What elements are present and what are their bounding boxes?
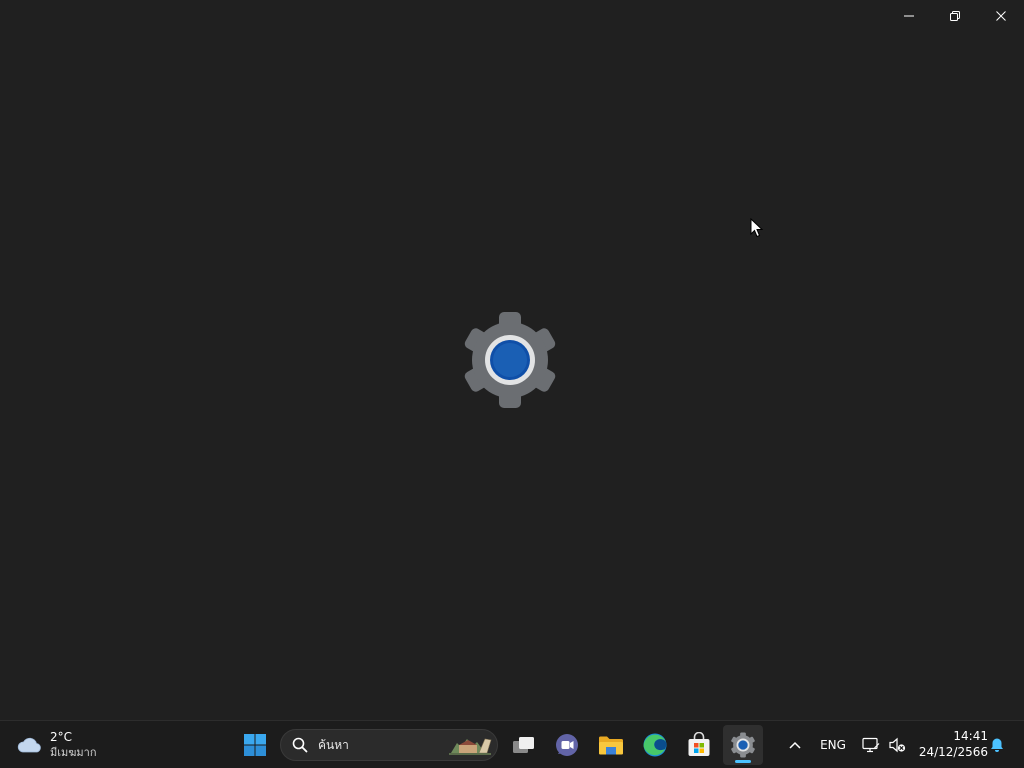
active-app-indicator [735,760,751,763]
chevron-up-icon [789,741,801,749]
search-highlight-image [449,738,492,755]
file-explorer-button[interactable] [591,725,631,765]
file-explorer-icon [599,736,623,755]
volume-muted-icon [889,737,906,753]
weather-condition: มีเมฆมาก [50,746,97,759]
language-indicator[interactable]: ENG [815,721,851,768]
settings-window [0,0,1024,720]
minimize-icon [904,15,914,17]
mouse-cursor-icon [750,218,764,238]
network-disconnected-icon [862,737,880,753]
settings-taskbar-button[interactable] [723,725,763,765]
store-icon [688,732,710,756]
minimize-button[interactable] [886,0,932,32]
store-button[interactable] [679,725,719,765]
edge-icon [643,733,667,757]
weather-temperature: 2°C [50,730,73,744]
settings-gear-icon [464,312,556,408]
bell-icon [991,738,1003,752]
show-hidden-icons-button[interactable] [775,725,815,765]
caption-buttons [886,0,1024,32]
clock[interactable]: 14:41 24/12/2566 [912,728,988,760]
notifications-button[interactable] [986,725,1008,765]
restore-icon [950,11,960,21]
task-view-button[interactable] [504,725,544,765]
system-tray-icons[interactable] [856,725,912,765]
chat-icon [556,734,578,756]
taskbar: 2°C มีเมฆมาก ค้นหา ENG 14:41 24/12/2566 [0,720,1024,768]
chat-button[interactable] [547,725,587,765]
settings-icon [731,732,755,758]
windows-start-icon [244,734,266,756]
task-view-icon [513,737,534,753]
clock-date: 24/12/2566 [918,745,988,759]
edge-button[interactable] [635,725,675,765]
cloudy-icon [17,737,41,753]
search-icon [292,737,308,753]
weather-text: 2°C มีเมฆมาก [50,730,97,760]
close-button[interactable] [978,0,1024,32]
restore-button[interactable] [932,0,978,32]
close-icon [996,11,1006,21]
weather-widget[interactable]: 2°C มีเมฆมาก [16,727,97,763]
search-placeholder: ค้นหา [318,737,349,752]
search-box[interactable]: ค้นหา [280,729,498,761]
clock-time: 14:41 [953,729,988,743]
start-button[interactable] [235,725,275,765]
